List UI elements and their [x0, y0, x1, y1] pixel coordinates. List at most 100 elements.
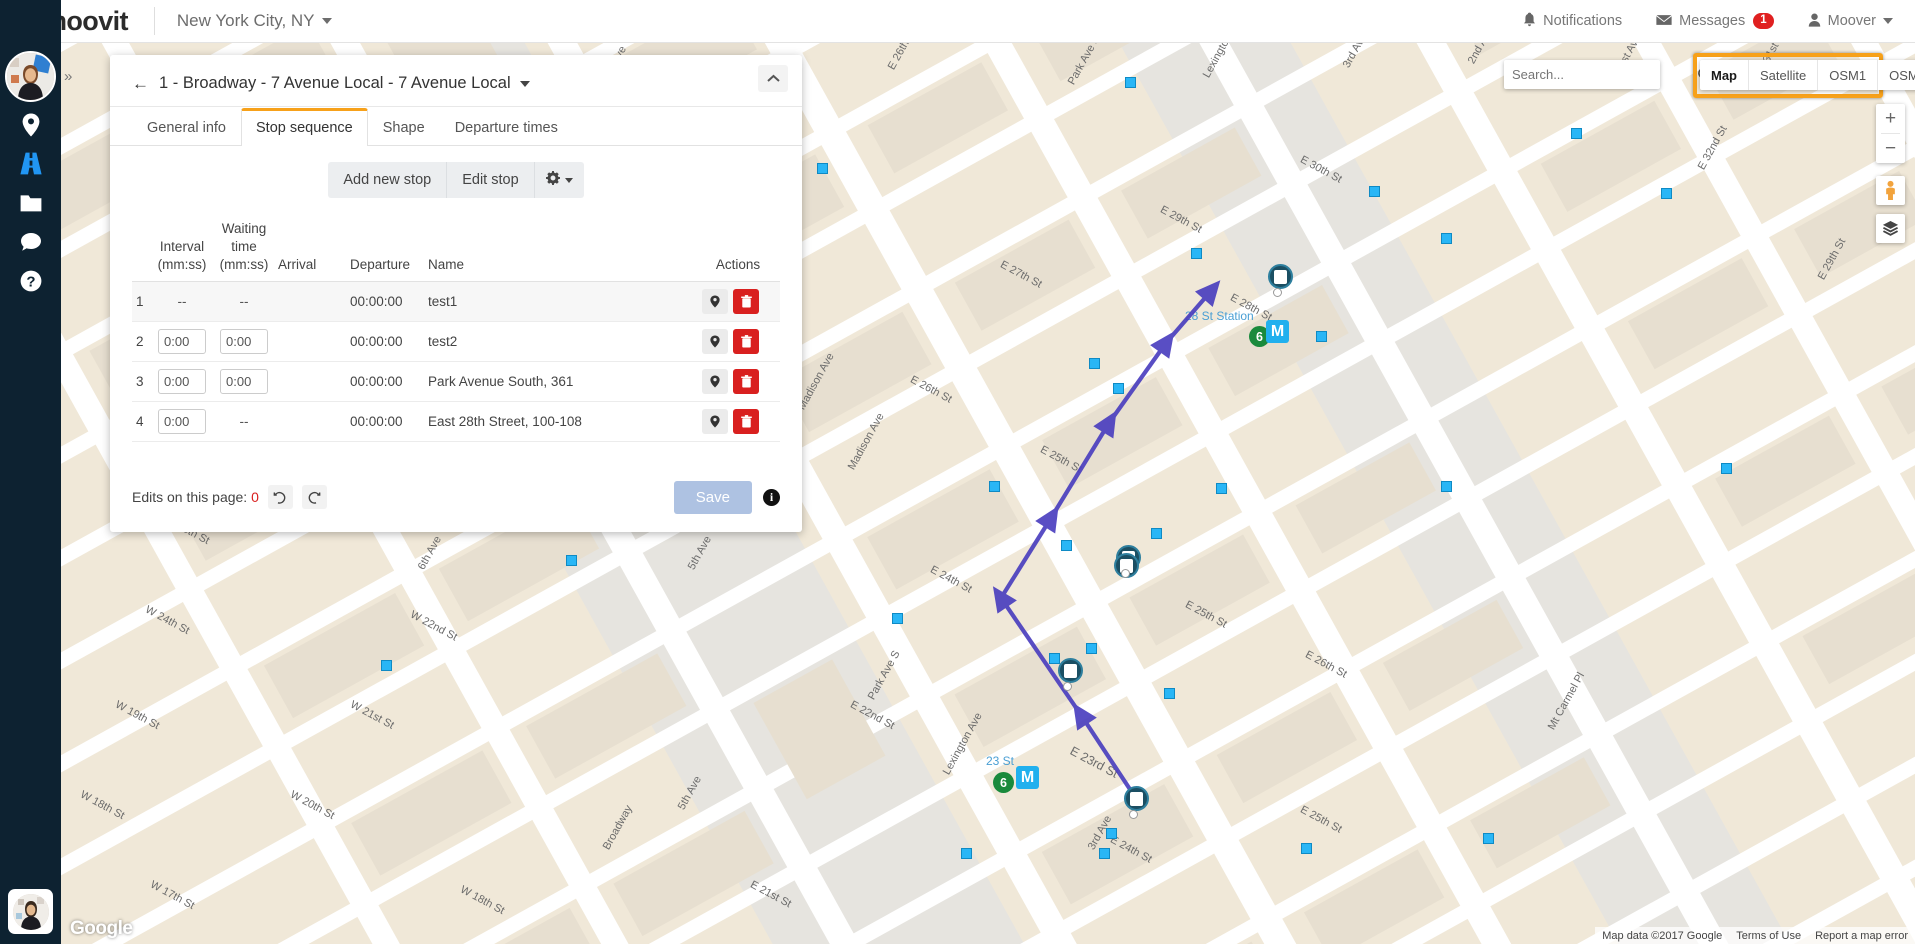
- sidebar-item-lines[interactable]: [0, 144, 61, 183]
- map-stop-square[interactable]: [381, 660, 392, 671]
- row-interval: --: [154, 281, 216, 321]
- notifications-label: Notifications: [1543, 13, 1623, 29]
- map-pin-icon: [710, 295, 720, 308]
- map-stop-square[interactable]: [1164, 688, 1175, 699]
- zoom-in-button[interactable]: +: [1876, 104, 1905, 133]
- report-map-error-link[interactable]: Report a map error: [1808, 930, 1915, 942]
- map-stop-square[interactable]: [1483, 833, 1494, 844]
- sidebar-expand-icon[interactable]: »: [64, 68, 72, 85]
- map-type-osm1[interactable]: OSM1: [1818, 60, 1879, 90]
- table-row[interactable]: 2 00:00:00 test2: [132, 321, 780, 362]
- map-type-satellite[interactable]: Satellite: [1749, 60, 1819, 90]
- column-departure: Departure: [350, 257, 411, 273]
- map-stop-square[interactable]: [1061, 540, 1072, 551]
- map-stop-square[interactable]: [1369, 186, 1380, 197]
- collapse-panel-button[interactable]: [758, 65, 788, 92]
- row-departure: 00:00:00: [350, 333, 403, 349]
- sidebar-item-files[interactable]: [0, 183, 61, 222]
- map-stop-square[interactable]: [1661, 188, 1672, 199]
- divider: [153, 7, 155, 35]
- delete-stop-button[interactable]: [733, 368, 759, 394]
- map-stop-square[interactable]: [1086, 643, 1097, 654]
- line-dropdown-icon[interactable]: [519, 80, 530, 87]
- info-icon[interactable]: i: [763, 488, 780, 506]
- map-stop-square[interactable]: [1125, 77, 1136, 88]
- map-stop-square[interactable]: [1216, 483, 1227, 494]
- delete-stop-button[interactable]: [733, 408, 759, 434]
- layers-icon[interactable]: [1876, 214, 1905, 243]
- tab-departure-times[interactable]: Departure times: [440, 108, 573, 146]
- map-stop-square[interactable]: [1099, 848, 1110, 859]
- back-arrow-icon[interactable]: ←: [132, 75, 149, 92]
- map-type-selector[interactable]: Map Satellite OSM1 OSM2: [1700, 60, 1915, 90]
- locate-stop-button[interactable]: [702, 368, 728, 394]
- user-avatar-button[interactable]: [8, 889, 53, 934]
- zoom-controls[interactable]: + −: [1876, 104, 1905, 163]
- map-stop-square[interactable]: [1191, 248, 1202, 259]
- map-stop-square[interactable]: [1316, 331, 1327, 342]
- city-selector[interactable]: New York City, NY: [177, 11, 332, 31]
- locate-stop-button[interactable]: [702, 408, 728, 434]
- map-stop-square[interactable]: [1089, 358, 1100, 369]
- edit-stop-button[interactable]: Edit stop: [447, 162, 535, 198]
- map-stop-square[interactable]: [1571, 128, 1582, 139]
- map-stop-square[interactable]: [817, 163, 828, 174]
- delete-stop-button[interactable]: [733, 288, 759, 314]
- zoom-out-button[interactable]: −: [1876, 134, 1905, 163]
- sidebar-item-help[interactable]: ?: [0, 261, 61, 300]
- redo-button[interactable]: [301, 485, 327, 510]
- tab-stop-sequence[interactable]: Stop sequence: [241, 108, 368, 146]
- map-stop-square[interactable]: [1049, 653, 1060, 664]
- stop-marker[interactable]: [1268, 264, 1293, 289]
- panel-header: ← 1 - Broadway - 7 Avenue Local - 7 Aven…: [110, 55, 802, 107]
- table-row[interactable]: 3 00:00:00 Park Avenue South, 361: [132, 361, 780, 402]
- settings-dropdown-button[interactable]: [534, 162, 584, 198]
- locate-stop-button[interactable]: [702, 288, 728, 314]
- chevron-down-icon: [321, 18, 332, 24]
- map-type-osm2[interactable]: OSM2: [1878, 60, 1915, 90]
- terms-of-use-link[interactable]: Terms of Use: [1729, 930, 1808, 942]
- street-view-pegman-icon[interactable]: [1876, 176, 1905, 205]
- table-header-row: Interval (mm:ss) Waiting time (mm:ss) Ar…: [132, 220, 780, 282]
- interval-input[interactable]: [158, 328, 206, 354]
- stop-marker[interactable]: [1058, 658, 1083, 683]
- interval-input[interactable]: [158, 368, 206, 394]
- map-stop-square[interactable]: [1151, 528, 1162, 539]
- map-type-map[interactable]: Map: [1700, 60, 1749, 90]
- map-stop-square[interactable]: [566, 555, 577, 566]
- search-input[interactable]: [1504, 67, 1696, 82]
- map-stop-square[interactable]: [892, 613, 903, 624]
- row-departure: 00:00:00: [350, 373, 403, 389]
- map-search[interactable]: [1504, 60, 1712, 89]
- waiting-time-input[interactable]: [220, 368, 268, 394]
- map-stop-square[interactable]: [1106, 828, 1117, 839]
- map-stop-square[interactable]: [961, 848, 972, 859]
- undo-button[interactable]: [267, 485, 293, 510]
- interval-input[interactable]: [158, 408, 206, 434]
- svg-text:?: ?: [26, 273, 35, 290]
- map-stop-square[interactable]: [1113, 383, 1124, 394]
- map-stop-square[interactable]: [989, 481, 1000, 492]
- messages-button[interactable]: Messages 1: [1656, 12, 1774, 30]
- table-row[interactable]: 4 -- 00:00:00 East 28th Street, 100-108: [132, 401, 780, 442]
- sidebar-item-stops[interactable]: [0, 105, 61, 144]
- avatar[interactable]: [5, 51, 56, 102]
- user-menu[interactable]: Moover: [1808, 13, 1893, 30]
- tab-shape[interactable]: Shape: [368, 108, 440, 146]
- sidebar-item-chat[interactable]: [0, 222, 61, 261]
- save-button[interactable]: Save: [673, 480, 752, 514]
- map-stop-square[interactable]: [1721, 463, 1732, 474]
- trash-icon: [740, 294, 752, 308]
- map-stop-square[interactable]: [1441, 233, 1452, 244]
- table-row[interactable]: 1 -- -- 00:00:00 test1: [132, 281, 780, 322]
- station-label-28st: 28 St Station: [1185, 309, 1254, 323]
- waiting-time-input[interactable]: [220, 328, 268, 354]
- delete-stop-button[interactable]: [733, 328, 759, 354]
- locate-stop-button[interactable]: [702, 328, 728, 354]
- map-stop-square[interactable]: [1301, 843, 1312, 854]
- notifications-button[interactable]: Notifications: [1523, 12, 1622, 30]
- stop-marker[interactable]: [1124, 786, 1149, 811]
- map-stop-square[interactable]: [1441, 481, 1452, 492]
- add-new-stop-button[interactable]: Add new stop: [328, 162, 448, 198]
- tab-general-info[interactable]: General info: [132, 108, 241, 146]
